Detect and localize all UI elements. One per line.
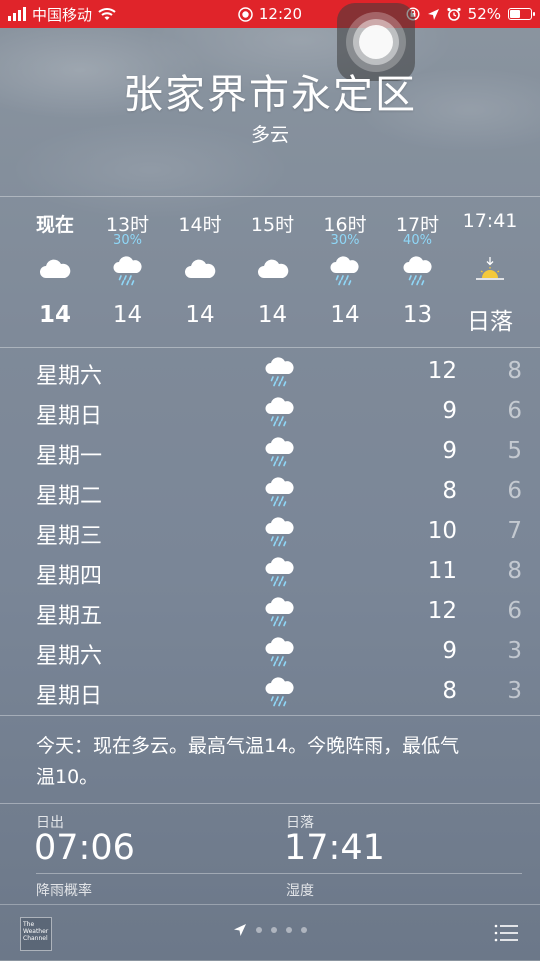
day-name: 星期三: [36, 524, 103, 549]
day-name: 星期二: [36, 484, 103, 509]
day-name: 星期四: [36, 564, 103, 589]
hourly-temp: 14: [257, 302, 288, 328]
day-name: 星期六: [36, 364, 103, 389]
hourly-precip: 40%: [403, 233, 432, 248]
rain-cloud-icon: [262, 597, 294, 627]
divider: [0, 803, 540, 804]
status-bar-right: 52%: [406, 0, 535, 28]
day-name: 星期六: [36, 644, 103, 669]
high-temp: 9: [442, 398, 457, 424]
sunrise-value: 07:06: [34, 828, 135, 868]
cloud-icon: [37, 256, 73, 286]
list-icon[interactable]: [494, 923, 518, 943]
page-dot: [256, 927, 262, 933]
day-name: 星期五: [36, 604, 103, 629]
rain-cloud-icon: [262, 437, 294, 467]
hourly-time: 17:41: [462, 210, 518, 232]
hourly-time: 现在: [35, 214, 74, 236]
high-temp: 11: [427, 558, 457, 584]
daily-row: 星期一 9 5: [0, 432, 540, 472]
city-name: 张家界市永定区: [123, 72, 417, 118]
rain-cloud-icon: [262, 557, 294, 587]
rain-cloud-icon: [262, 637, 294, 667]
battery-percent: 52%: [467, 5, 501, 23]
location-icon: [427, 8, 439, 20]
page-indicator[interactable]: [0, 923, 540, 937]
rain-cloud-icon: [400, 256, 436, 286]
low-temp: 5: [507, 438, 522, 464]
day-name: 星期日: [36, 684, 103, 709]
hourly-precip: 30%: [330, 233, 360, 248]
hourly-temp: 14: [330, 302, 360, 328]
hourly-temp: 13: [402, 302, 433, 328]
page-dot: [301, 927, 307, 933]
recording-icon: [238, 6, 253, 22]
daily-row: 星期三 10 7: [0, 512, 540, 552]
page-dot: [271, 927, 277, 933]
high-temp: 8: [442, 678, 457, 704]
hourly-time: 15时: [250, 214, 295, 236]
battery-icon: [508, 8, 535, 20]
hourly-temp: 14: [185, 302, 215, 328]
rain-cloud-icon: [262, 477, 294, 507]
alarm-icon: [447, 7, 461, 21]
page-dot: [286, 927, 292, 933]
rain-cloud-icon: [262, 397, 294, 427]
low-temp: 6: [507, 598, 522, 624]
weather-summary: 今天：现在多云。最高气温14。今晚阵雨，最低气 温10。: [36, 731, 526, 793]
rain-probability-label: 降雨概率: [36, 883, 92, 899]
high-temp: 12: [427, 598, 457, 624]
hourly-temp: 14: [112, 302, 143, 328]
summary-line: 今天：现在多云。最高气温14。今晚阵雨，最低气: [36, 735, 460, 757]
day-name: 星期一: [36, 444, 103, 469]
divider: [36, 873, 522, 874]
sunset-icon: [472, 256, 508, 286]
low-temp: 6: [507, 398, 522, 424]
hourly-temp: 14: [38, 302, 71, 328]
location-arrow-icon: [234, 924, 246, 936]
current-condition: 多云: [250, 124, 289, 146]
hourly-time: 14时: [178, 214, 222, 236]
low-temp: 8: [507, 358, 522, 384]
rain-cloud-icon: [262, 517, 294, 547]
summary-line: 温10。: [36, 766, 99, 788]
rain-cloud-icon: [262, 357, 294, 387]
daily-row: 星期六 9 3: [0, 632, 540, 672]
high-temp: 9: [442, 438, 457, 464]
divider: [0, 347, 540, 348]
rain-cloud-icon: [327, 256, 363, 286]
sunset-value: 17:41: [284, 828, 385, 868]
rain-cloud-icon: [262, 677, 294, 707]
high-temp: 8: [442, 478, 457, 504]
hourly-precip: 30%: [113, 233, 142, 248]
divider: [0, 196, 540, 197]
high-temp: 12: [427, 358, 457, 384]
cloud-icon: [255, 256, 291, 286]
low-temp: 7: [507, 518, 522, 544]
low-temp: 3: [507, 678, 522, 704]
low-temp: 8: [507, 558, 522, 584]
daily-row: 星期四 11 8: [0, 552, 540, 592]
high-temp: 9: [442, 638, 457, 664]
daily-row: 星期五 12 6: [0, 592, 540, 632]
daily-row: 星期日 8 3: [0, 672, 540, 712]
humidity-label: 湿度: [286, 883, 314, 899]
high-temp: 10: [427, 518, 457, 544]
status-bar: 中国移动 12:20 52%: [0, 0, 540, 28]
rain-cloud-icon: [110, 256, 146, 286]
daily-row: 星期日 9 6: [0, 392, 540, 432]
hourly-temp: 日落: [467, 309, 513, 335]
day-name: 星期日: [36, 404, 103, 429]
cloud-icon: [182, 256, 218, 286]
battery-level: [510, 10, 520, 18]
daily-row: 星期六 12 8: [0, 352, 540, 392]
low-temp: 6: [507, 478, 522, 504]
status-time: 12:20: [258, 5, 303, 23]
bottom-toolbar: The Weather Channel: [0, 904, 540, 961]
daily-row: 星期二 8 6: [0, 472, 540, 512]
divider: [0, 715, 540, 716]
hourly-forecast[interactable]: 现在 14 13时 30% 14 14时 14 15时 14 16时 30% 14 17时 40% 13 17…: [0, 198, 540, 346]
low-temp: 3: [507, 638, 522, 664]
